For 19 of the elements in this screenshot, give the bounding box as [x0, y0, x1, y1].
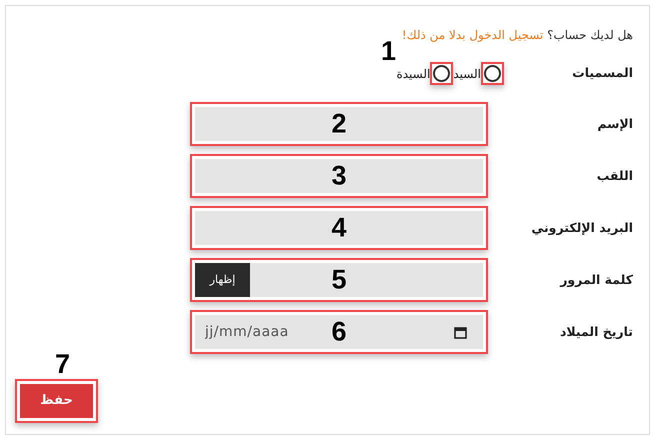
field-label: البريد الإلكتروني: [530, 218, 633, 237]
annotation-number: 4: [331, 214, 347, 242]
radio-label: السيدة: [396, 66, 430, 82]
show-password-button[interactable]: إظهار: [195, 263, 250, 297]
field-label: كلمة المرور: [558, 270, 633, 289]
field-label: اللقب: [596, 166, 633, 185]
annotation-number: 1: [380, 38, 396, 65]
login-prompt: هل لديك حساب؟ تسجيل الدخول بدلا من ذلك!: [400, 27, 633, 44]
annotation-number: 2: [331, 110, 347, 138]
annotation-number: 5: [331, 266, 347, 294]
field-label: المسميات: [571, 64, 633, 82]
field-label: الإسم: [596, 114, 633, 133]
annotation-number: 6: [331, 318, 347, 346]
field-label: تاريخ الميلاد: [558, 322, 633, 341]
annotation-number: 7: [55, 351, 70, 378]
save-button[interactable]: حفظ: [20, 384, 93, 418]
annotation-number: 3: [331, 162, 347, 190]
calendar-icon[interactable]: [454, 326, 467, 339]
radio-label: السيد: [453, 66, 481, 82]
